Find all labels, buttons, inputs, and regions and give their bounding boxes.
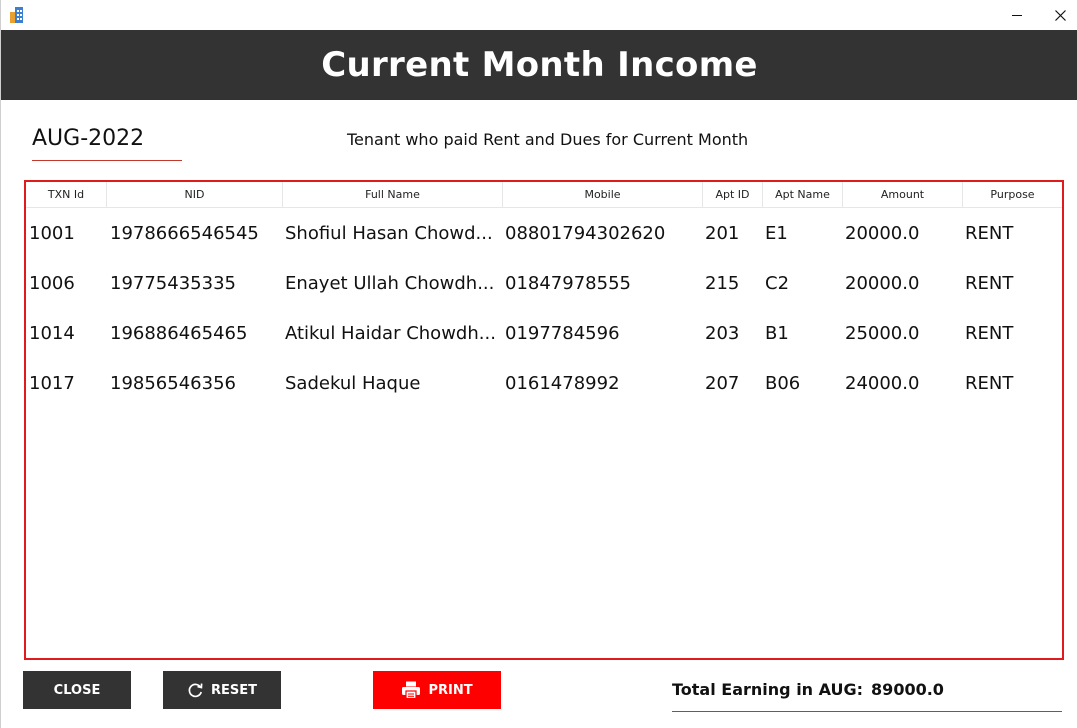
cell-apt-id: 215 — [705, 273, 740, 294]
cell-full-name: Atikul Haidar Chowdh... — [285, 323, 496, 344]
cell-mobile: 08801794302620 — [505, 223, 666, 244]
cell-apt-id: 201 — [705, 223, 740, 244]
total-underline — [672, 711, 1062, 712]
cell-nid: 19775435335 — [110, 273, 236, 294]
cell-apt-name: B06 — [765, 373, 801, 394]
minimize-icon — [1012, 14, 1022, 16]
app-window: Current Month Income AUG-2022 Tenant who… — [0, 0, 1077, 728]
minimize-button[interactable] — [994, 0, 1040, 30]
print-button-label: PRINT — [428, 682, 473, 698]
refresh-icon — [187, 682, 204, 699]
column-header-amount[interactable]: Amount — [843, 182, 963, 208]
table-row[interactable]: 1006 19775435335 Enayet Ullah Chowdh... … — [26, 259, 1062, 309]
income-table[interactable]: TXN Id NID Full Name Mobile Apt ID Apt N… — [24, 180, 1064, 660]
close-icon — [1054, 9, 1066, 21]
column-header-mobile[interactable]: Mobile — [503, 182, 703, 208]
total-earning-value: 89000.0 — [871, 680, 944, 699]
table-row[interactable]: 1017 19856546356 Sadekul Haque 016147899… — [26, 359, 1062, 409]
cell-txn-id: 1014 — [29, 323, 75, 344]
table-row[interactable]: 1014 196886465465 Atikul Haidar Chowdh..… — [26, 309, 1062, 359]
column-header-purpose[interactable]: Purpose — [963, 182, 1062, 208]
cell-amount: 20000.0 — [845, 223, 920, 244]
close-button-label: CLOSE — [53, 682, 101, 698]
column-header-apt-name[interactable]: Apt Name — [763, 182, 843, 208]
title-bar — [1, 0, 1077, 30]
cell-mobile: 0161478992 — [505, 373, 620, 394]
column-header-full-name[interactable]: Full Name — [283, 182, 503, 208]
table-row[interactable]: 1001 1978666546545 Shofiul Hasan Chowd..… — [26, 209, 1062, 259]
total-earning: Total Earning in AUG: 89000.0 — [672, 680, 944, 699]
reset-button-label: RESET — [210, 682, 257, 698]
cell-apt-name: E1 — [765, 223, 788, 244]
cell-apt-name: B1 — [765, 323, 789, 344]
cell-nid: 19856546356 — [110, 373, 236, 394]
month-underline — [32, 160, 182, 161]
cell-mobile: 0197784596 — [505, 323, 620, 344]
column-header-nid[interactable]: NID — [107, 182, 283, 208]
reset-button[interactable]: RESET — [163, 671, 281, 709]
cell-txn-id: 1001 — [29, 223, 75, 244]
cell-purpose: RENT — [965, 273, 1014, 294]
cell-amount: 20000.0 — [845, 273, 920, 294]
table-header: TXN Id NID Full Name Mobile Apt ID Apt N… — [26, 182, 1062, 208]
cell-nid: 1978666546545 — [110, 223, 259, 244]
page-title: Current Month Income — [321, 45, 758, 85]
column-header-apt-id[interactable]: Apt ID — [703, 182, 763, 208]
page-header: Current Month Income — [1, 30, 1077, 100]
total-earning-label: Total Earning in AUG: — [672, 680, 864, 699]
cell-purpose: RENT — [965, 223, 1014, 244]
app-building-icon — [10, 7, 24, 23]
cell-amount: 25000.0 — [845, 323, 920, 344]
page-subtitle: Tenant who paid Rent and Dues for Curren… — [347, 130, 749, 149]
cell-full-name: Shofiul Hasan Chowd... — [285, 223, 493, 244]
cell-nid: 196886465465 — [110, 323, 248, 344]
cell-txn-id: 1017 — [29, 373, 75, 394]
month-label: AUG-2022 — [32, 126, 145, 151]
cell-apt-id: 207 — [705, 373, 740, 394]
close-button[interactable]: CLOSE — [23, 671, 131, 709]
cell-purpose: RENT — [965, 323, 1014, 344]
window-close-button[interactable] — [1037, 0, 1077, 30]
cell-apt-name: C2 — [765, 273, 790, 294]
cell-amount: 24000.0 — [845, 373, 920, 394]
cell-apt-id: 203 — [705, 323, 740, 344]
cell-txn-id: 1006 — [29, 273, 75, 294]
cell-mobile: 01847978555 — [505, 273, 631, 294]
cell-purpose: RENT — [965, 373, 1014, 394]
print-button[interactable]: PRINT — [373, 671, 501, 709]
column-header-txn-id[interactable]: TXN Id — [26, 182, 107, 208]
printer-icon — [401, 680, 421, 700]
cell-full-name: Sadekul Haque — [285, 373, 421, 394]
cell-full-name: Enayet Ullah Chowdh... — [285, 273, 495, 294]
